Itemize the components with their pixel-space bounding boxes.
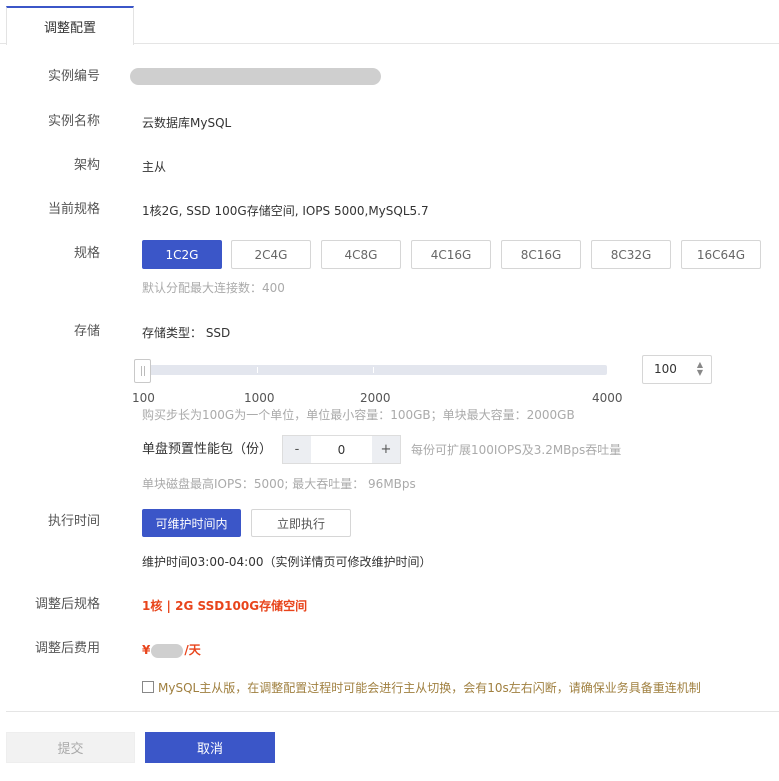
currency-symbol: ¥	[142, 643, 151, 657]
architecture-value: 主从	[142, 160, 167, 174]
storage-slider-handle[interactable]	[134, 359, 151, 383]
exec-time-label: 执行时间	[47, 514, 100, 529]
storage-size-input[interactable]: 100 ▲ ▼	[642, 355, 712, 384]
slider-tick-label: 100	[132, 391, 155, 405]
perf-pack-hint: 每份可扩展100IOPS及3.2MBps吞吐量	[411, 443, 622, 457]
current-spec-value: 1核2G, SSD 100G存储空间, IOPS 5000,MySQL5.7	[142, 204, 429, 218]
perf-pack-stepper: - 0 +	[282, 435, 401, 464]
storage-size-value: 100	[654, 362, 677, 376]
after-spec-label: 调整后规格	[34, 597, 100, 612]
storage-type: 存储类型： SSD	[142, 326, 231, 340]
spec-label: 规格	[73, 246, 100, 261]
spec-hint: 默认分配最大连接数：400	[142, 281, 285, 295]
decrement-button[interactable]: -	[283, 436, 311, 463]
perf-pack-limit: 单块磁盘最高IOPS：5000; 最大吞吐量： 96MBps	[142, 477, 416, 491]
instance-id-label: 实例编号	[47, 69, 100, 84]
slider-tick-label: 2000	[360, 391, 391, 405]
perf-pack-label: 单盘预置性能包（份）	[142, 442, 273, 457]
storage-label: 存储	[73, 324, 100, 339]
slider-tick-label: 1000	[244, 391, 275, 405]
spec-option-16c64g[interactable]: 16C64G	[681, 240, 761, 269]
perf-pack-qty[interactable]: 0	[311, 436, 372, 463]
slider-tick-1000	[257, 367, 258, 373]
price-masked	[151, 643, 184, 658]
tab-bar: 调整配置	[0, 0, 779, 45]
maintenance-window-button[interactable]: 可维护时间内	[142, 509, 241, 537]
cancel-button[interactable]: 取消	[145, 732, 275, 763]
spec-option-4c16g[interactable]: 4C16G	[411, 240, 491, 269]
spec-option-1c2g[interactable]: 1C2G	[142, 240, 222, 269]
storage-hint: 购买步长为100G为一个单位，单位最小容量：100GB；单块最大容量：2000G…	[142, 408, 575, 422]
after-spec-value: 1核 | 2G SSD100G存储空间	[142, 599, 308, 613]
slider-tick-2000	[373, 367, 374, 373]
submit-button[interactable]: 提交	[6, 732, 135, 763]
switchover-warning: MySQL主从版，在调整配置过程时可能会进行主从切换，会有10s左右闪断，请确保…	[158, 681, 701, 695]
increment-button[interactable]: +	[372, 436, 400, 463]
after-cost-value: ¥ /天	[142, 641, 201, 659]
spinner-arrows-icon[interactable]: ▲ ▼	[697, 361, 703, 377]
price-unit: /天	[184, 643, 201, 657]
slider-tick-label: 4000	[592, 391, 623, 405]
spec-option-4c8g[interactable]: 4C8G	[321, 240, 401, 269]
execute-now-button[interactable]: 立即执行	[251, 509, 351, 537]
spec-option-8c16g[interactable]: 8C16G	[501, 240, 581, 269]
confirm-checkbox[interactable]	[142, 681, 154, 693]
instance-name-value: 云数据库MySQL	[142, 116, 232, 130]
tab-adjust-config[interactable]: 调整配置	[6, 6, 134, 45]
architecture-label: 架构	[73, 158, 100, 173]
instance-name-label: 实例名称	[47, 114, 100, 129]
instance-id-masked-value	[130, 68, 381, 85]
spec-option-8c32g[interactable]: 8C32G	[591, 240, 671, 269]
footer-divider	[6, 711, 779, 712]
current-spec-label: 当前规格	[47, 202, 100, 217]
spec-option-2c4g[interactable]: 2C4G	[231, 240, 311, 269]
after-cost-label: 调整后费用	[34, 641, 100, 656]
maintenance-note: 维护时间03:00-04:00（实例详情页可修改维护时间）	[142, 555, 432, 569]
storage-slider-track[interactable]	[142, 365, 607, 375]
